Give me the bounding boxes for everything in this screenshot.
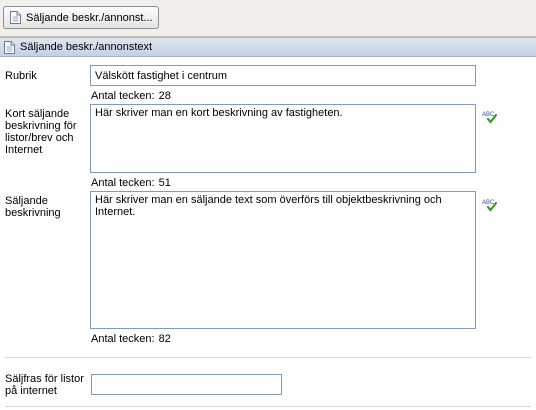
kort-char-count: Antal tecken: 51 [91,177,171,189]
document-icon [10,11,21,24]
saljande-char-count: Antal tecken: 82 [91,333,171,345]
tab-button-label: Säljande beskr./annonst... [26,11,153,24]
char-count-value: 82 [158,333,171,345]
char-count-value: 28 [158,90,171,102]
kort-beskrivning-label: Kort säljande beskrivning för listor/bre… [5,108,77,156]
char-count-value: 51 [158,177,171,189]
section-header: Säljande beskr./annonstext [0,37,536,57]
char-count-label: Antal tecken: [91,177,155,189]
char-count-label: Antal tecken: [91,90,155,102]
document-icon [4,40,15,54]
char-count-label: Antal tecken: [91,333,155,345]
tab-saljande-beskrivning-button[interactable]: Säljande beskr./annonst... [3,6,159,29]
saljande-beskrivning-label: Säljande beskrivning [5,195,61,219]
saljfras-label: Säljfras för listor på internet [5,373,84,397]
section-title: Säljande beskr./annonstext [20,41,153,53]
saljande-beskrivning-textarea[interactable]: Här skriver man en säljande text som öve… [90,191,476,329]
rubrik-label: Rubrik [5,70,37,82]
toolbar: Säljande beskr./annonst... [0,0,536,37]
divider [5,357,531,358]
kort-beskrivning-textarea[interactable]: Här skriver man en kort beskrivning av f… [90,104,476,173]
rubrik-input[interactable] [90,65,476,86]
saljfras-input[interactable] [91,374,282,395]
spellcheck-icon[interactable]: ABC [482,198,498,212]
divider [5,406,531,407]
spellcheck-icon[interactable]: ABC [482,110,498,124]
rubrik-char-count: Antal tecken: 28 [91,90,171,102]
